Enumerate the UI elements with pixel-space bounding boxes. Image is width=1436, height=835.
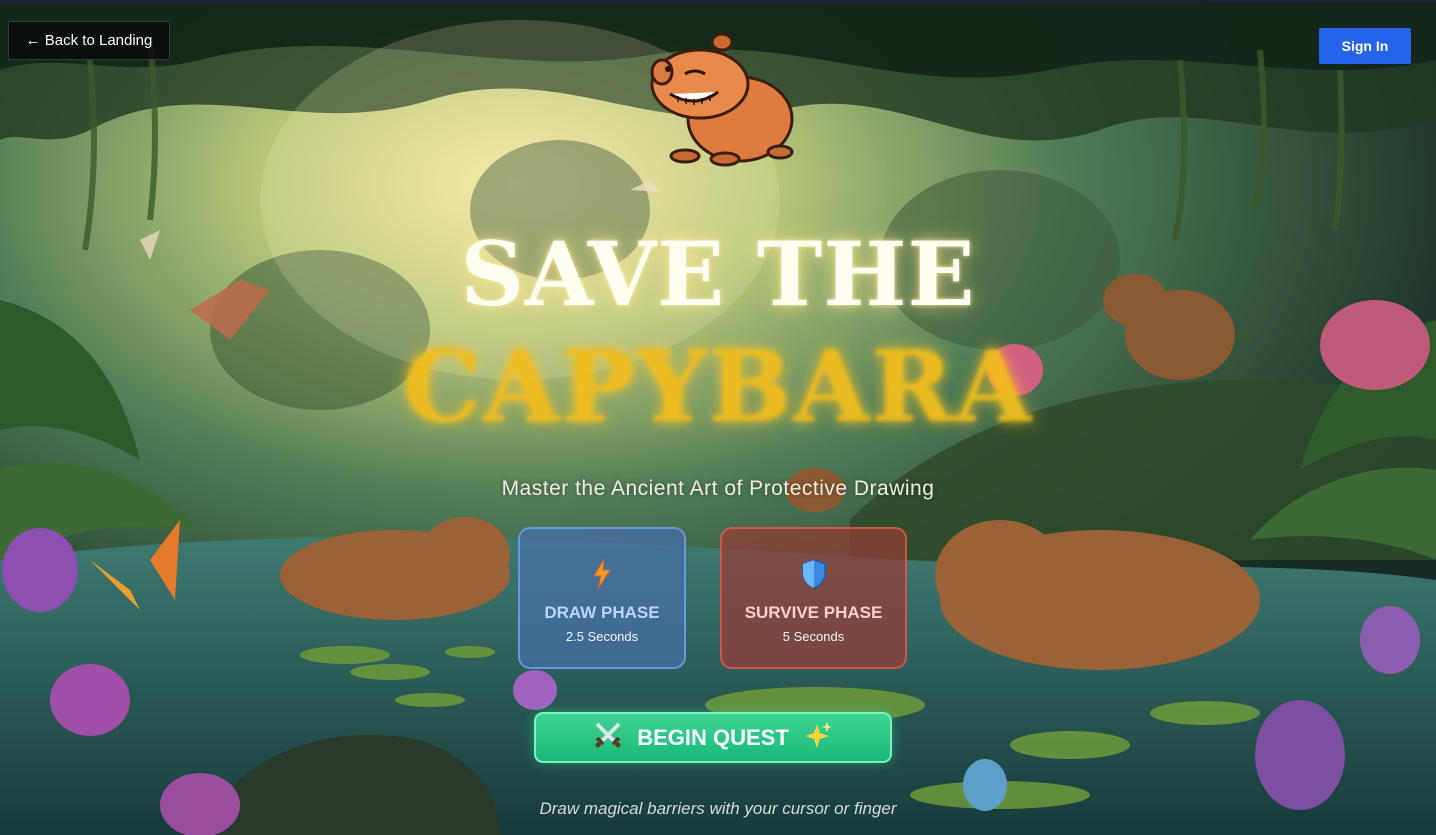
survive-phase-duration: 5 Seconds xyxy=(782,629,845,644)
lightning-icon xyxy=(520,559,684,589)
begin-quest-button[interactable]: BEGIN QUEST xyxy=(534,712,892,763)
survive-phase-label: SURVIVE PHASE xyxy=(744,603,883,622)
begin-quest-label: BEGIN QUEST xyxy=(637,724,789,750)
title-line-2: CAPYBARA xyxy=(402,330,1034,445)
window-top-edge xyxy=(0,0,1436,3)
drawing-hint: Draw magical barriers with your cursor o… xyxy=(539,799,897,818)
shield-icon xyxy=(722,559,905,589)
back-to-landing-button[interactable]: ← Back to Landing xyxy=(8,21,170,60)
title-line-1: SAVE THE xyxy=(460,222,976,326)
draw-phase-card: DRAW PHASE 2.5 Seconds xyxy=(518,527,686,669)
capybara-mascot-logo xyxy=(640,24,800,172)
draw-phase-duration: 2.5 Seconds xyxy=(565,629,639,644)
sign-in-button[interactable]: Sign In xyxy=(1319,28,1411,64)
survive-phase-card: SURVIVE PHASE 5 Seconds xyxy=(720,527,907,669)
draw-phase-label: DRAW PHASE xyxy=(544,603,660,622)
subtitle: Master the Ancient Art of Protective Dra… xyxy=(501,477,935,500)
crossed-swords-icon xyxy=(593,720,623,756)
sparkles-icon xyxy=(803,720,833,756)
